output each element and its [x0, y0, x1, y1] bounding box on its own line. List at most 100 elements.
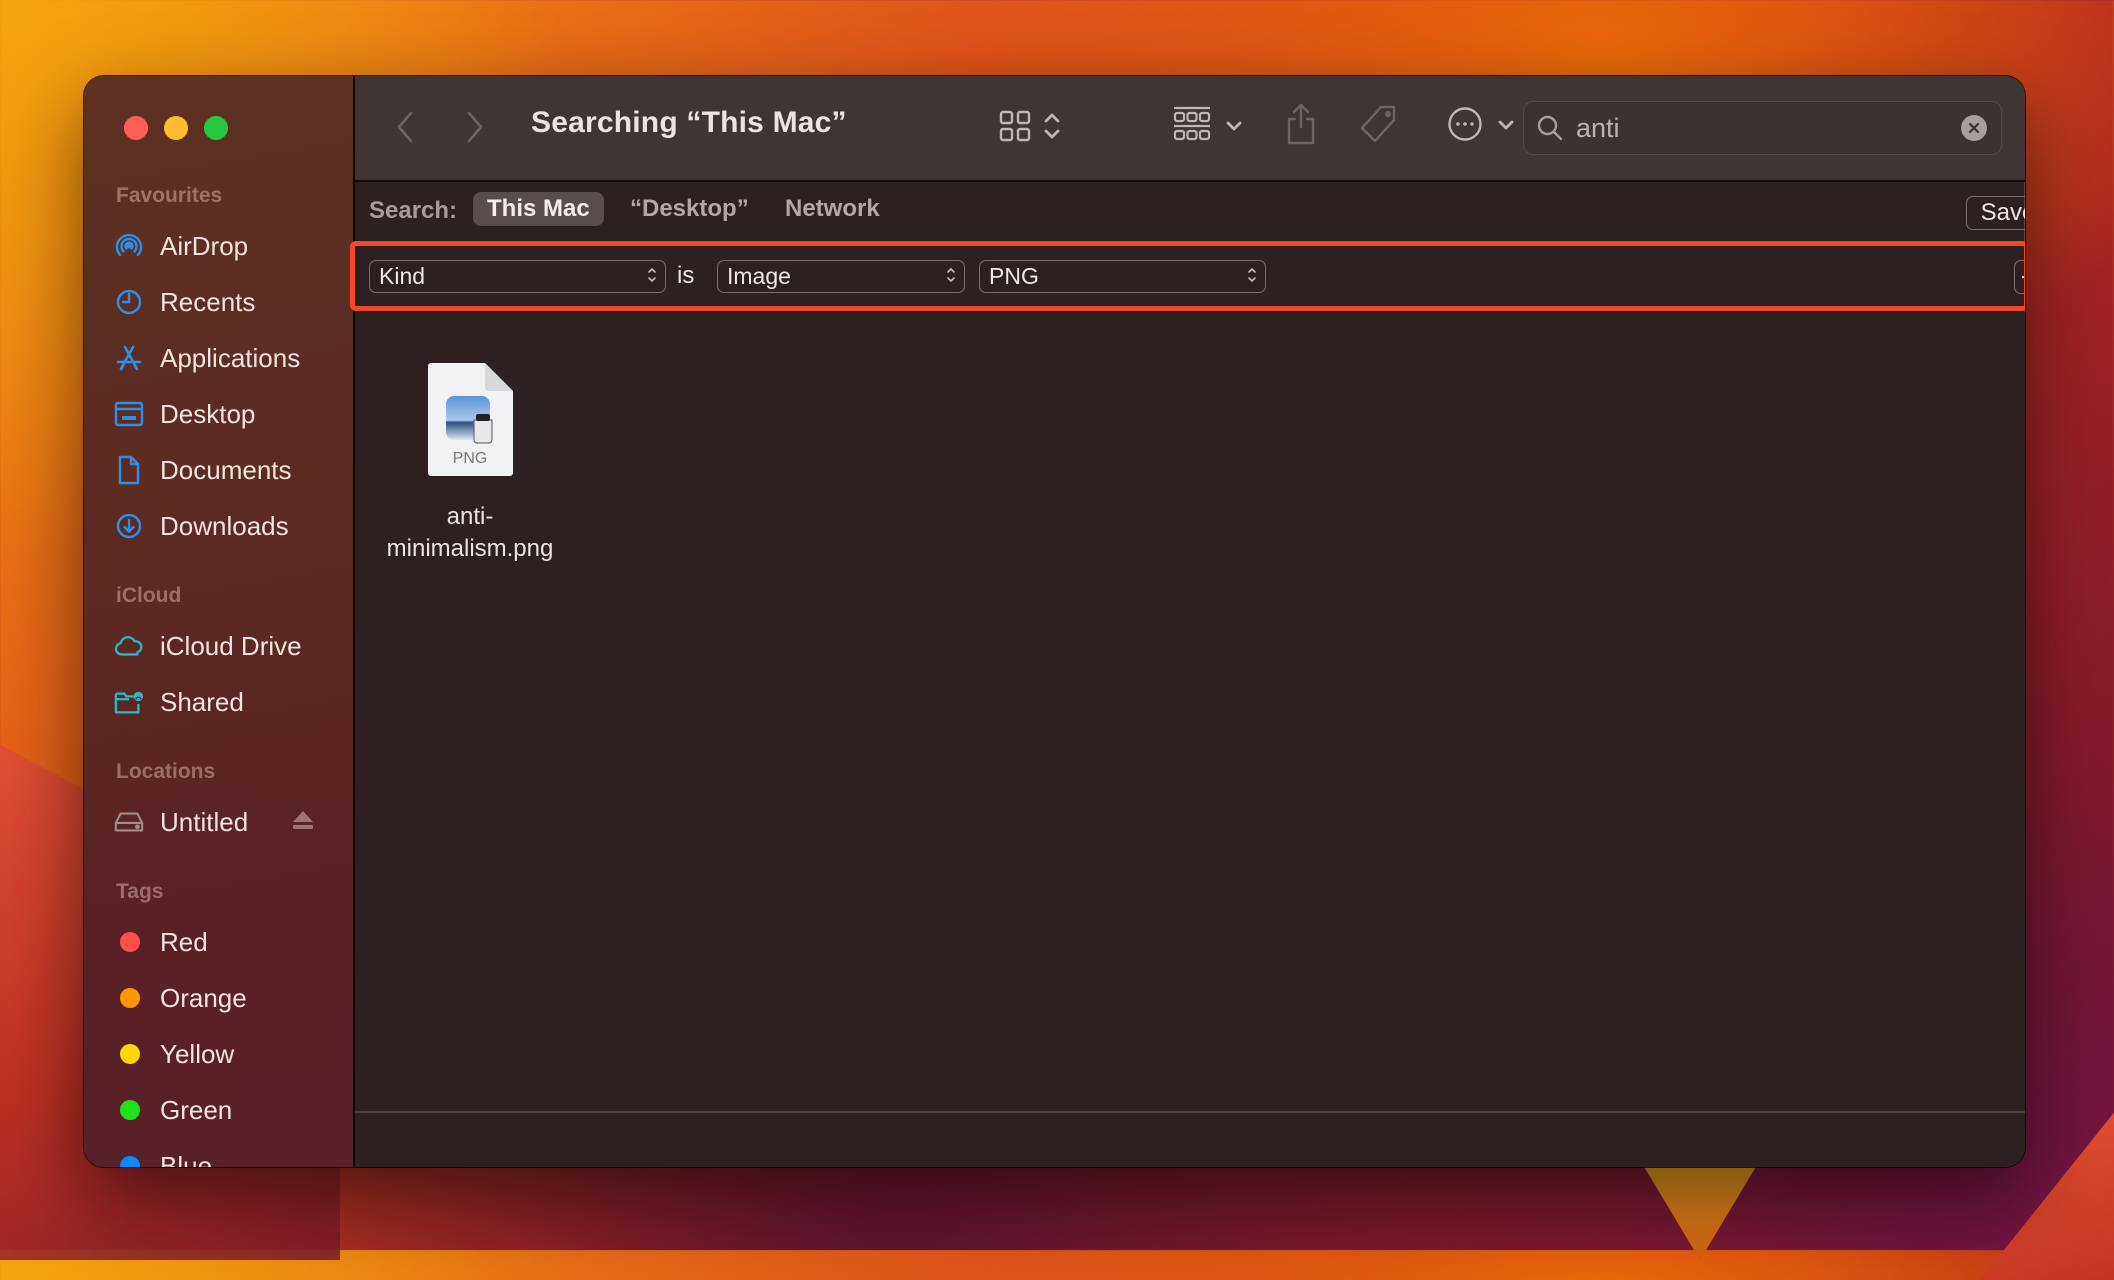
sidebar-item-applications[interactable]: Applications	[114, 338, 344, 378]
view-mode-button[interactable]	[999, 110, 1061, 147]
scope-this-mac[interactable]: This Mac	[473, 192, 604, 226]
chevron-up-down-icon	[1247, 263, 1257, 290]
chevron-up-down-icon	[647, 263, 657, 290]
select-value: Kind	[379, 263, 426, 289]
sidebar-item-label: Applications	[160, 342, 301, 373]
finder-window: Favourites AirDrop Recents Applications …	[84, 76, 2025, 1167]
sidebar-item-untitled[interactable]: Untitled	[114, 802, 344, 842]
sidebar-item-label: Orange	[160, 982, 247, 1013]
criteria-value-select[interactable]: Image	[717, 260, 965, 293]
chevron-up-down-icon	[1043, 110, 1061, 147]
close-icon	[1968, 122, 1980, 134]
share-icon	[1285, 102, 1317, 151]
path-bar	[355, 1111, 2025, 1167]
sidebar-item-label: Documents	[160, 454, 292, 485]
remove-criteria-button[interactable]	[2014, 260, 2025, 294]
desktop-icon	[114, 399, 144, 429]
file-name-line: anti-	[446, 503, 494, 530]
scope-desktop[interactable]: “Desktop”	[616, 192, 763, 226]
maximize-button[interactable]	[204, 116, 228, 140]
icon-grid-view-icon	[999, 110, 1031, 147]
png-file-icon: PNG	[426, 362, 514, 483]
chevron-up-down-icon	[946, 263, 956, 290]
group-by-icon	[1173, 106, 1211, 149]
criteria-attribute-select[interactable]: Kind	[369, 260, 666, 293]
cloud-icon	[114, 631, 144, 661]
applications-icon	[114, 343, 144, 373]
sidebar-item-desktop[interactable]: Desktop	[114, 394, 344, 434]
save-search-button[interactable]: Save	[1966, 196, 2025, 230]
ellipsis-circle-icon	[1447, 106, 1483, 147]
tag-color-dot-icon	[120, 1156, 140, 1167]
airdrop-icon	[114, 231, 144, 261]
file-name: anti- minimalism.png	[387, 501, 554, 565]
search-scope-label: Search:	[369, 197, 458, 224]
eject-icon[interactable]	[292, 810, 314, 835]
chevron-down-icon	[1497, 118, 1515, 136]
chevron-left-icon	[395, 110, 415, 149]
sidebar-section-icloud: iCloud	[116, 584, 182, 607]
sidebar: Favourites AirDrop Recents Applications …	[84, 76, 355, 1167]
file-item[interactable]: PNG anti- minimalism.png	[375, 362, 565, 565]
group-by-button[interactable]	[1173, 106, 1243, 149]
criteria-operator-label: is	[677, 262, 695, 289]
shared-folder-icon	[114, 687, 144, 717]
tag-button[interactable]	[1359, 104, 1399, 149]
tag-color-dot-icon	[120, 1044, 140, 1064]
select-value: Image	[727, 263, 791, 289]
search-input[interactable]	[1574, 111, 1961, 145]
chevron-down-icon	[1225, 119, 1243, 137]
clock-icon	[114, 287, 144, 317]
toolbar: Searching “This Mac”	[355, 76, 2025, 182]
drive-icon	[114, 807, 144, 837]
sidebar-tag-blue[interactable]: Blue	[114, 1146, 344, 1167]
search-icon	[1536, 114, 1564, 142]
clear-search-button[interactable]	[1961, 115, 1987, 141]
share-button[interactable]	[1285, 102, 1317, 151]
sidebar-item-label: Green	[160, 1094, 233, 1125]
sidebar-item-label: Downloads	[160, 510, 289, 541]
scope-network[interactable]: Network	[771, 192, 894, 226]
search-criteria-row: Kind is Image PNG	[355, 242, 2025, 312]
sidebar-tag-yellow[interactable]: Yellow	[114, 1034, 344, 1074]
sidebar-section-tags: Tags	[116, 880, 164, 903]
back-button[interactable]	[395, 110, 415, 149]
sidebar-item-shared[interactable]: Shared	[114, 682, 344, 722]
results-area: PNG anti- minimalism.png	[355, 312, 2025, 1111]
forward-button[interactable]	[465, 110, 485, 149]
tag-color-dot-icon	[120, 988, 140, 1008]
download-icon	[114, 511, 144, 541]
sidebar-item-label: Shared	[160, 686, 244, 717]
sidebar-tag-green[interactable]: Green	[114, 1090, 344, 1130]
search-field[interactable]	[1523, 101, 2002, 155]
tag-icon	[1359, 104, 1399, 149]
window-title: Searching “This Mac”	[531, 106, 847, 139]
sidebar-tag-red[interactable]: Red	[114, 922, 344, 962]
file-type-badge: PNG	[453, 450, 488, 467]
select-value: PNG	[989, 263, 1039, 289]
sidebar-item-downloads[interactable]: Downloads	[114, 506, 344, 546]
close-button[interactable]	[124, 116, 148, 140]
tag-color-dot-icon	[120, 1100, 140, 1120]
sidebar-item-airdrop[interactable]: AirDrop	[114, 226, 344, 266]
wallpaper-shape	[1640, 1160, 1760, 1260]
criteria-subvalue-select[interactable]: PNG	[979, 260, 1266, 293]
sidebar-item-label: AirDrop	[160, 230, 249, 261]
more-actions-button[interactable]	[1447, 106, 1515, 147]
sidebar-item-documents[interactable]: Documents	[114, 450, 344, 490]
sidebar-item-label: iCloud Drive	[160, 630, 302, 661]
sidebar-item-label: Untitled	[160, 806, 249, 837]
sidebar-tag-orange[interactable]: Orange	[114, 978, 344, 1018]
sidebar-item-label: Recents	[160, 286, 256, 317]
sidebar-section-locations: Locations	[116, 760, 216, 783]
sidebar-section-favourites: Favourites	[116, 184, 223, 207]
sidebar-item-label: Yellow	[160, 1038, 235, 1069]
minus-icon	[2022, 276, 2025, 279]
minimize-button[interactable]	[164, 116, 188, 140]
sidebar-item-label: Red	[160, 926, 208, 957]
tag-color-dot-icon	[120, 932, 140, 952]
sidebar-item-icloud-drive[interactable]: iCloud Drive	[114, 626, 344, 666]
sidebar-item-label: Desktop	[160, 398, 256, 429]
file-name-line: minimalism.png	[386, 535, 554, 562]
sidebar-item-recents[interactable]: Recents	[114, 282, 344, 322]
